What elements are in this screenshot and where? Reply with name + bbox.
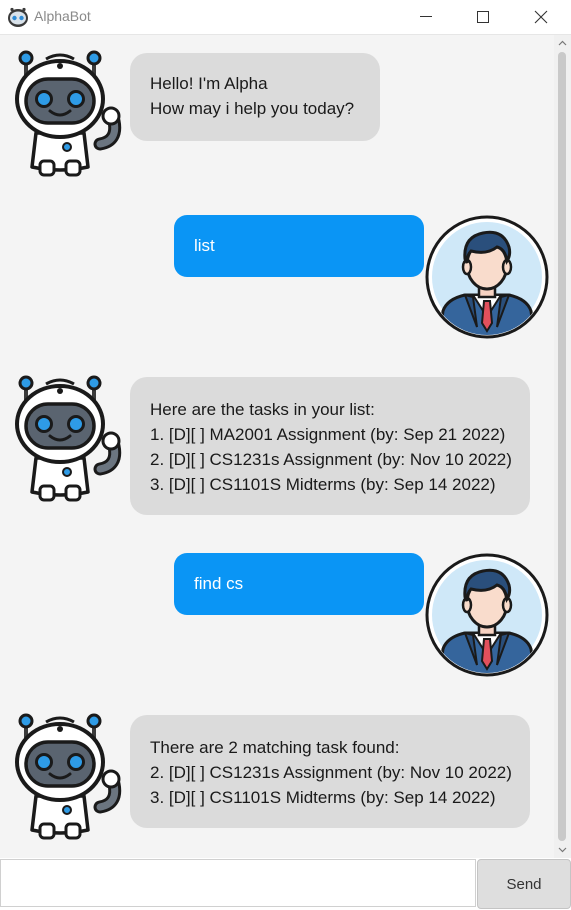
send-button[interactable]: Send (477, 859, 571, 909)
robot-icon (15, 713, 122, 840)
scroll-down-icon[interactable] (558, 845, 567, 854)
close-button[interactable] (513, 0, 569, 34)
window-title: AlphaBot (34, 8, 91, 24)
message-line: There are 2 matching task found: (150, 738, 400, 757)
message-line: 2. [D][ ] CS1231s Assignment (by: Nov 10… (150, 763, 512, 782)
minimize-icon (420, 16, 432, 17)
message-input[interactable] (0, 859, 476, 907)
maximize-button[interactable] (455, 0, 511, 34)
robot-icon (15, 375, 122, 502)
close-icon (534, 10, 548, 24)
robot-icon (15, 50, 122, 177)
businessman-icon (425, 215, 549, 339)
scroll-up-icon[interactable] (558, 39, 567, 48)
message-line: How may i help you today? (150, 99, 355, 118)
message-line: 1. [D][ ] MA2001 Assignment (by: Sep 21 … (150, 425, 506, 444)
message-line: 2. [D][ ] CS1231s Assignment (by: Nov 10… (150, 450, 512, 469)
bot-message-bubble: Hello! I'm Alpha How may i help you toda… (130, 53, 380, 141)
robot-app-icon (8, 7, 28, 27)
minimize-button[interactable] (398, 0, 454, 34)
bot-message-bubble: There are 2 matching task found: 2. [D][… (130, 715, 530, 828)
user-message-bubble: find cs (174, 553, 424, 615)
message-line: find cs (194, 574, 244, 593)
message-line: Hello! I'm Alpha (150, 74, 268, 93)
chat-area[interactable]: Hello! I'm Alpha How may i help you toda… (0, 35, 554, 858)
message-line: 3. [D][ ] CS1101S Midterms (by: Sep 14 2… (150, 475, 496, 494)
message-line: 3. [D][ ] CS1101S Midterms (by: Sep 14 2… (150, 788, 496, 807)
input-bar: Send (0, 858, 571, 910)
businessman-icon (425, 553, 549, 677)
message-line: Here are the tasks in your list: (150, 400, 375, 419)
scroll-thumb[interactable] (558, 52, 566, 841)
maximize-icon (477, 11, 489, 23)
message-line: list (194, 236, 215, 255)
bot-message-bubble: Here are the tasks in your list: 1. [D][… (130, 377, 530, 515)
chat-scrollbar[interactable] (554, 35, 571, 858)
title-bar: AlphaBot (0, 0, 571, 35)
user-message-bubble: list (174, 215, 424, 277)
